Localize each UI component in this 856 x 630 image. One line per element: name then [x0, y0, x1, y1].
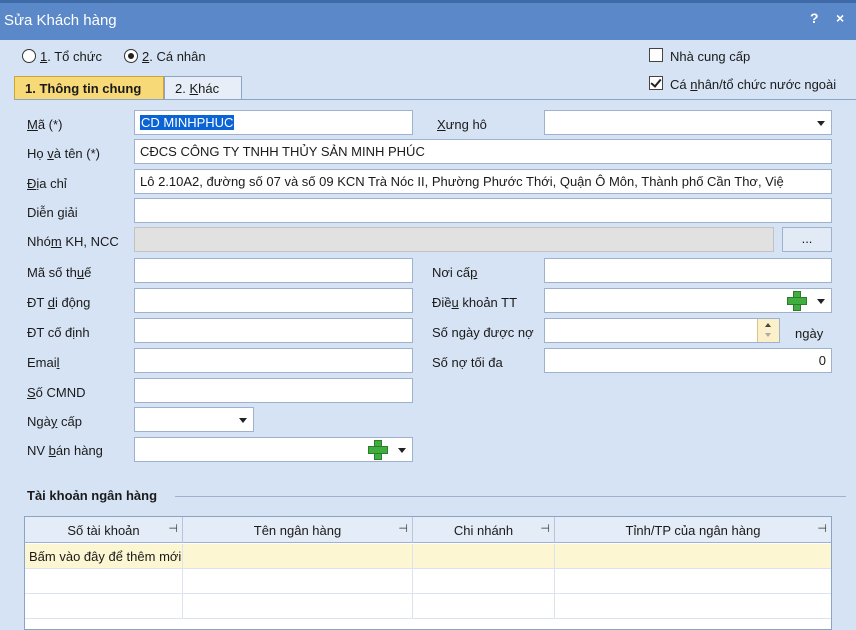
customer-group-browse-button[interactable]: ... — [782, 227, 832, 252]
table-cell[interactable] — [413, 594, 555, 619]
supplier-checkbox[interactable] — [649, 48, 663, 62]
payment-terms-label: Điều khoản TT — [432, 295, 518, 310]
pin-icon[interactable]: ⊣ — [398, 522, 408, 535]
title-bar-edge — [0, 0, 856, 3]
salesperson-label: NV bán hàng — [27, 443, 103, 458]
email-input[interactable] — [134, 348, 413, 373]
radio-individual[interactable] — [124, 49, 138, 63]
foreign-checkbox[interactable] — [649, 76, 663, 90]
landline-label: ĐT cố định — [27, 325, 90, 340]
pin-icon[interactable]: ⊣ — [817, 522, 827, 535]
column-header-bank-name[interactable]: Tên ngân hàng ⊣ — [183, 517, 413, 543]
code-input[interactable]: CD MINHPHUC — [134, 110, 413, 135]
grid-header: Số tài khoản ⊣ Tên ngân hàng ⊣ Chi nhánh ⊣ … — [25, 517, 831, 543]
id-number-label: Số CMND — [27, 385, 86, 400]
radio-organization-label: 1. Tổ chức — [40, 49, 102, 64]
radio-organization[interactable] — [22, 49, 36, 63]
add-plus-icon[interactable] — [368, 440, 388, 460]
tab-general[interactable]: 1. Thông tin chung — [14, 76, 164, 100]
tax-code-input[interactable] — [134, 258, 413, 283]
tab-panel-border — [14, 99, 856, 100]
address-label: Địa chỉ — [27, 176, 67, 191]
debt-days-label: Số ngày được nợ — [432, 325, 534, 340]
table-cell[interactable] — [183, 544, 413, 569]
customer-group-label: Nhóm KH, NCC — [27, 234, 119, 249]
supplier-checkbox-label: Nhà cung cấp — [670, 49, 751, 64]
help-button[interactable]: ? — [810, 10, 819, 26]
title-bar: Sửa Khách hàng ? × — [0, 0, 856, 40]
salesperson-select[interactable] — [134, 437, 413, 462]
max-debt-input[interactable]: 0 — [544, 348, 832, 373]
table-cell[interactable] — [25, 569, 183, 594]
spinner-arrows-icon[interactable] — [757, 319, 779, 342]
add-plus-icon[interactable] — [787, 291, 807, 311]
table-cell[interactable] — [555, 544, 831, 569]
table-row[interactable] — [25, 594, 831, 619]
column-header-branch[interactable]: Chi nhánh ⊣ — [413, 517, 555, 543]
chevron-down-icon[interactable] — [392, 438, 412, 461]
debt-days-input[interactable] — [544, 318, 780, 343]
table-cell[interactable] — [25, 594, 183, 619]
chevron-down-icon[interactable] — [233, 408, 253, 431]
issued-date-picker[interactable] — [134, 407, 254, 432]
new-row-prompt[interactable]: Bấm vào đây để thêm mới — [25, 544, 183, 569]
table-cell[interactable] — [555, 569, 831, 594]
chevron-down-icon[interactable] — [811, 289, 831, 312]
pin-icon[interactable]: ⊣ — [540, 522, 550, 535]
tax-code-label: Mã số thuế — [27, 265, 92, 280]
max-debt-label: Số nợ tối đa — [432, 355, 503, 370]
radio-individual-label: 2. Cá nhân — [142, 49, 206, 64]
debt-days-unit: ngày — [795, 326, 824, 341]
tab-other[interactable]: 2. Khác — [164, 76, 242, 100]
issued-date-label: Ngày cấp — [27, 414, 82, 429]
column-header-account-number[interactable]: Số tài khoản ⊣ — [25, 517, 183, 543]
table-row[interactable] — [25, 569, 831, 594]
description-input[interactable] — [134, 198, 832, 223]
table-cell[interactable] — [183, 594, 413, 619]
bank-accounts-grid: Số tài khoản ⊣ Tên ngân hàng ⊣ Chi nhánh ⊣ … — [24, 516, 832, 630]
id-number-input[interactable] — [134, 378, 413, 403]
payment-terms-select[interactable] — [544, 288, 832, 313]
issued-place-label: Nơi cấp — [432, 265, 478, 280]
customer-edit-window: Sửa Khách hàng ? × 1. Tổ chức 2. Cá nhân… — [0, 0, 856, 630]
table-cell[interactable] — [413, 569, 555, 594]
bank-accounts-title: Tài khoản ngân hàng — [27, 488, 158, 503]
email-label: Email — [27, 355, 60, 370]
full-name-label: Họ và tên (*) — [27, 146, 100, 161]
address-input[interactable]: Lô 2.10A2, đường số 07 và số 09 KCN Trà … — [134, 169, 832, 194]
code-label: Mã (*) — [27, 117, 63, 132]
column-header-bank-province[interactable]: Tỉnh/TP của ngân hàng ⊣ — [555, 517, 831, 543]
mobile-input[interactable] — [134, 288, 413, 313]
grid-new-row[interactable]: Bấm vào đây để thêm mới — [25, 544, 831, 569]
pin-icon[interactable]: ⊣ — [168, 522, 178, 535]
table-cell[interactable] — [413, 544, 555, 569]
salutation-select[interactable] — [544, 110, 832, 135]
window-title: Sửa Khách hàng — [4, 12, 117, 29]
table-cell[interactable] — [183, 569, 413, 594]
chevron-down-icon[interactable] — [811, 111, 831, 134]
foreign-checkbox-label: Cá nhân/tổ chức nước ngoài — [670, 77, 837, 92]
issued-place-input[interactable] — [544, 258, 832, 283]
salutation-label: Xưng hô — [437, 117, 487, 132]
bank-accounts-divider — [175, 496, 846, 497]
full-name-input[interactable]: CĐCS CÔNG TY TNHH THỦY SẢN MINH PHÚC — [134, 139, 832, 164]
mobile-label: ĐT di động — [27, 295, 91, 310]
customer-group-input — [134, 227, 774, 252]
landline-input[interactable] — [134, 318, 413, 343]
description-label: Diễn giải — [27, 205, 78, 220]
close-button[interactable]: × — [836, 10, 844, 26]
table-cell[interactable] — [555, 594, 831, 619]
